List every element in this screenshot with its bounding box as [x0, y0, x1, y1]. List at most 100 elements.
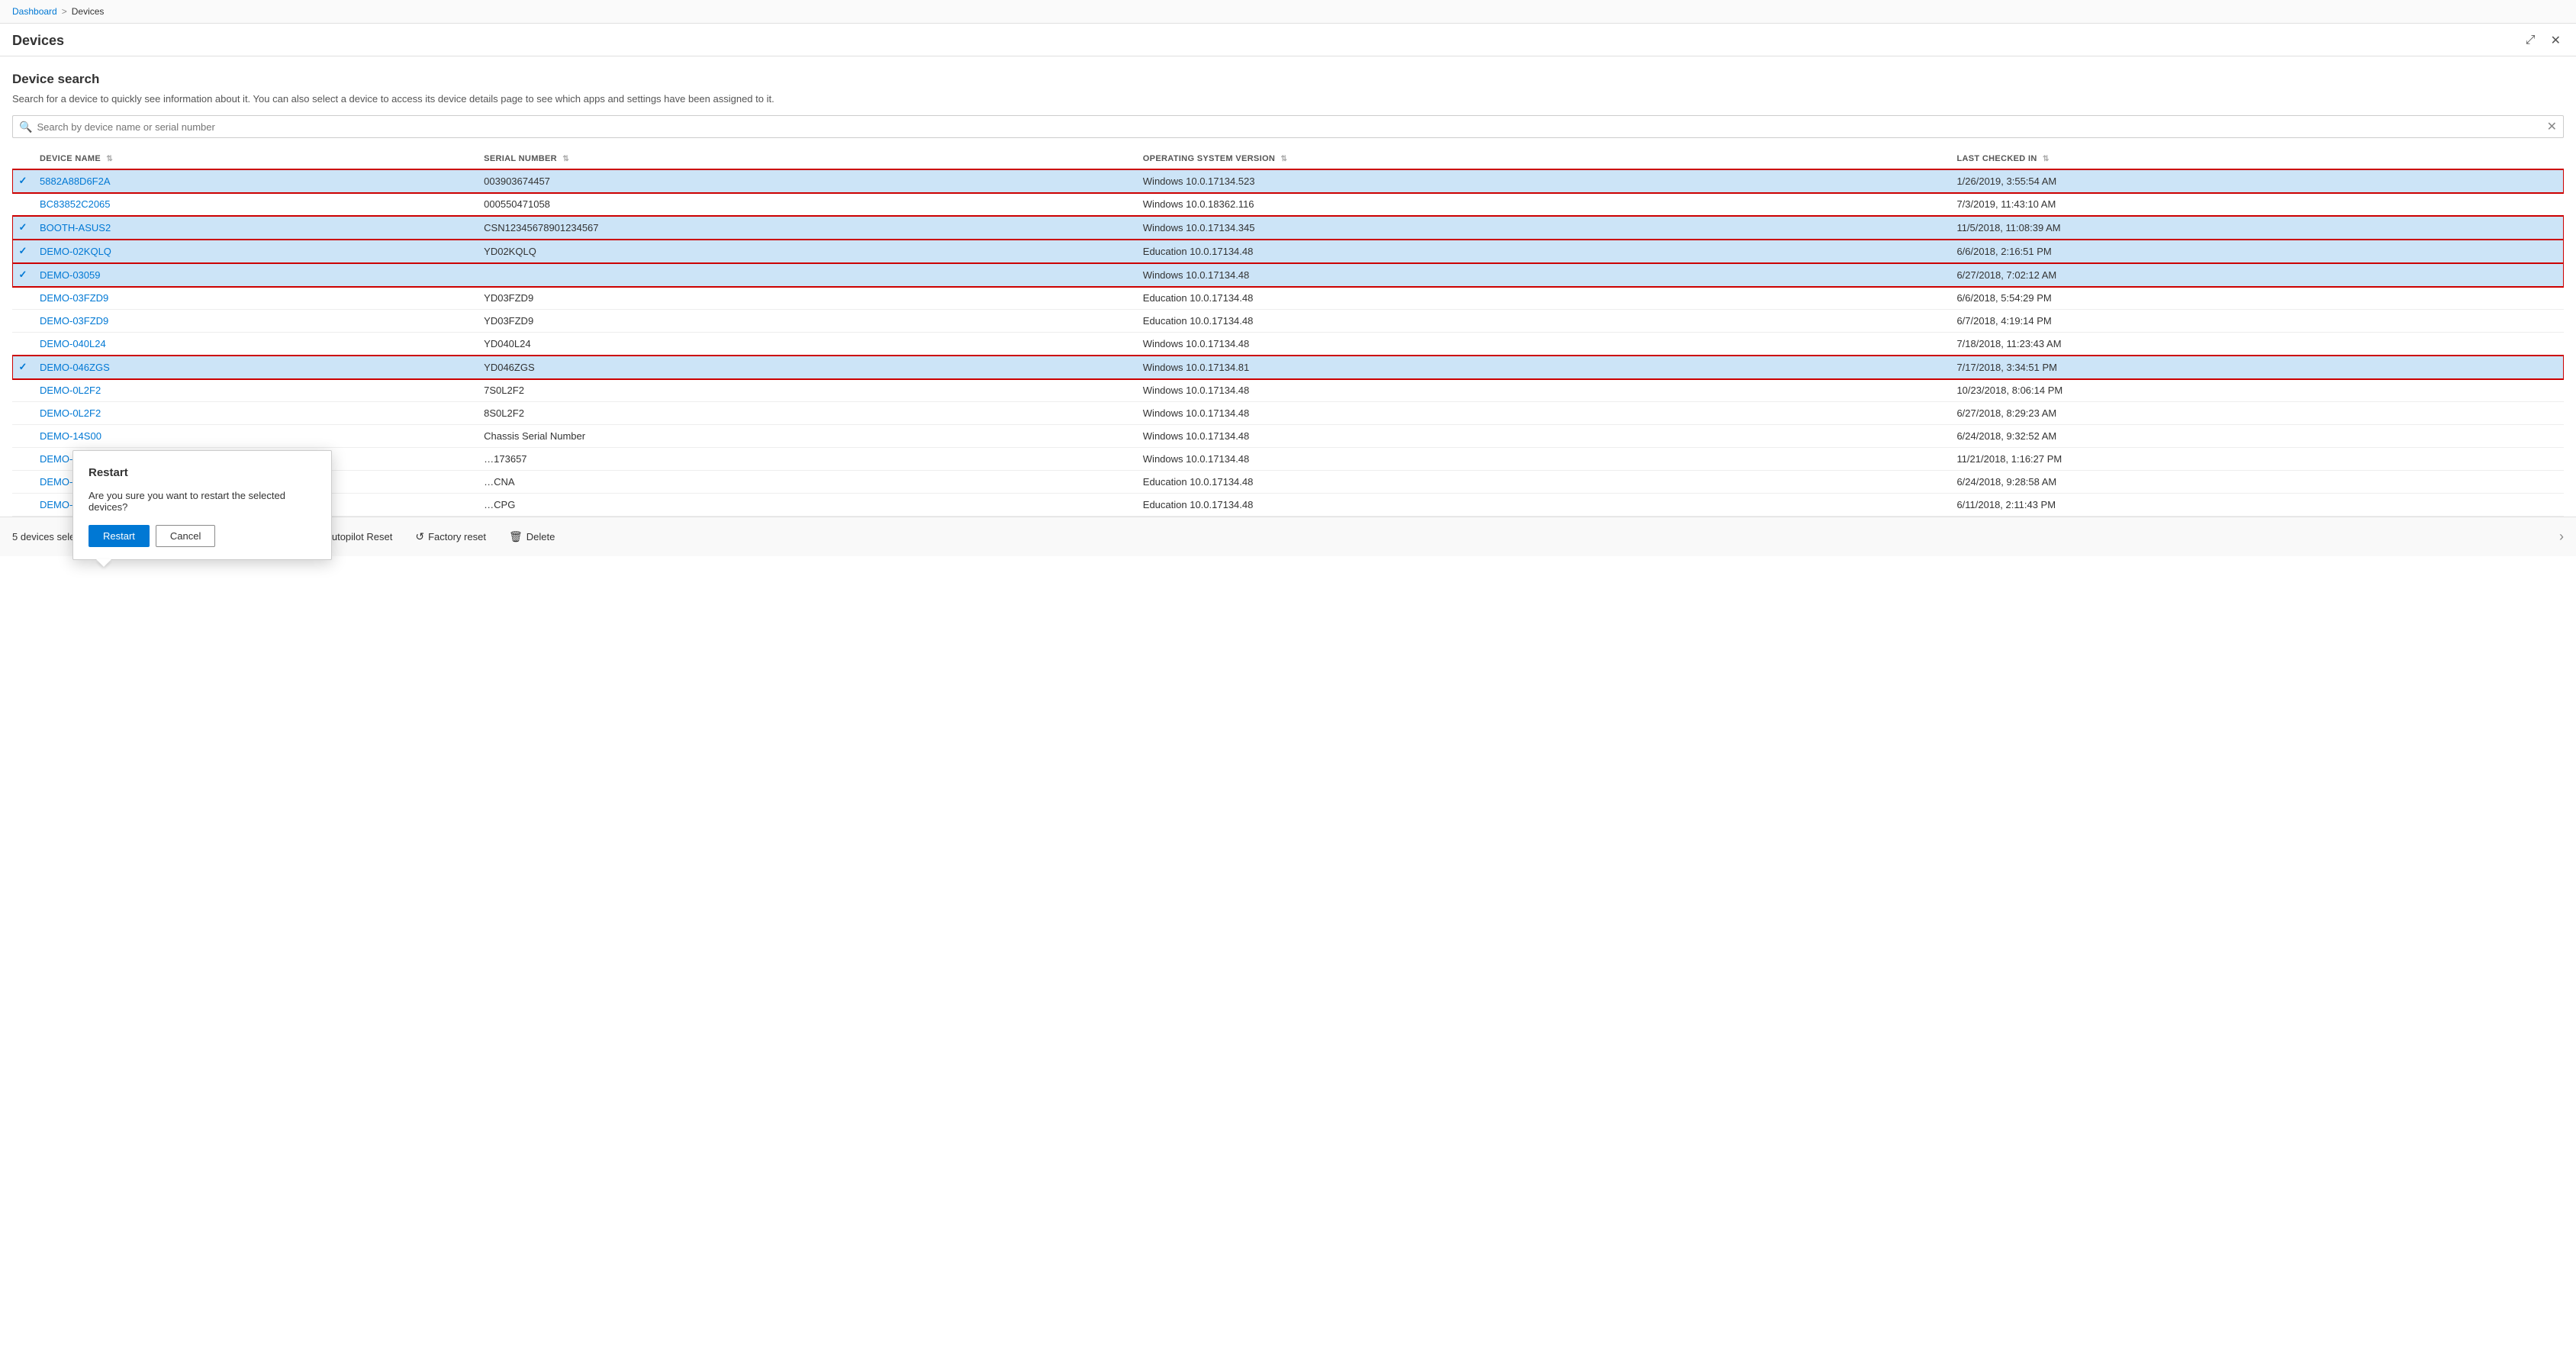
last-checked-in-cell: 11/5/2018, 11:08:39 AM — [1950, 216, 2564, 240]
page-header: Devices ⤢ ✕ — [0, 24, 2576, 56]
check-cell — [12, 310, 34, 333]
table-row[interactable]: ✓ BOOTH-ASUS2 CSN12345678901234567 Windo… — [12, 216, 2564, 240]
device-table: DEVICE NAME ⇅ SERIAL NUMBER ⇅ OPERATING … — [12, 149, 2564, 517]
check-cell: ✓ — [12, 240, 34, 263]
table-row[interactable]: ✓ DEMO-046ZGS YD046ZGS Windows 10.0.1713… — [12, 356, 2564, 379]
last-checked-in-cell: 6/7/2018, 4:19:14 PM — [1950, 310, 2564, 333]
factory-reset-icon: ↺ — [415, 530, 424, 543]
check-cell — [12, 471, 34, 494]
breadcrumb-dashboard[interactable]: Dashboard — [12, 6, 57, 17]
sort-icon-device-name: ⇅ — [106, 155, 113, 163]
device-name-cell[interactable]: BOOTH-ASUS2 — [34, 216, 478, 240]
sort-icon-checkin: ⇅ — [2043, 155, 2050, 163]
serial-number-cell: YD02KQLQ — [478, 240, 1137, 263]
clear-search-button[interactable]: ✕ — [2547, 119, 2557, 134]
table-row[interactable]: BC83852C2065 000550471058 Windows 10.0.1… — [12, 193, 2564, 216]
delete-icon: 🗑 — [509, 530, 523, 543]
serial-number-cell: …CPG — [478, 494, 1137, 517]
dialog-confirm-button[interactable]: Restart — [89, 525, 150, 547]
check-cell — [12, 193, 34, 216]
breadcrumb-separator: > — [62, 6, 67, 17]
device-name-cell[interactable]: DEMO-03059 — [34, 263, 478, 287]
table-row[interactable]: DEMO-1Q0… …CPG Education 10.0.17134.48 6… — [12, 494, 2564, 517]
last-checked-in-cell: 7/18/2018, 11:23:43 AM — [1950, 333, 2564, 356]
delete-button[interactable]: 🗑 Delete — [499, 525, 565, 549]
check-cell — [12, 494, 34, 517]
os-version-cell: Windows 10.0.17134.48 — [1137, 263, 1951, 287]
os-version-cell: Windows 10.0.17134.48 — [1137, 333, 1951, 356]
sort-icon-serial: ⇅ — [562, 155, 569, 163]
device-name-cell[interactable]: DEMO-040L24 — [34, 333, 478, 356]
table-row[interactable]: DEMO-03FZD9 YD03FZD9 Education 10.0.1713… — [12, 287, 2564, 310]
last-checked-in-cell: 10/23/2018, 8:06:14 PM — [1950, 379, 2564, 402]
last-checked-in-cell: 6/27/2018, 8:29:23 AM — [1950, 402, 2564, 425]
serial-number-cell: 003903674457 — [478, 169, 1137, 193]
main-content: Device search Search for a device to qui… — [0, 56, 2576, 517]
device-name-cell[interactable]: DEMO-03FZD9 — [34, 287, 478, 310]
os-version-cell: Education 10.0.17134.48 — [1137, 287, 1951, 310]
search-input[interactable] — [37, 121, 2546, 133]
check-cell — [12, 333, 34, 356]
os-version-cell: Windows 10.0.17134.48 — [1137, 448, 1951, 471]
table-row[interactable]: ✓ 5882A88D6F2A 003903674457 Windows 10.0… — [12, 169, 2564, 193]
dialog-body: Are you sure you want to restart the sel… — [89, 490, 316, 513]
table-header-row: DEVICE NAME ⇅ SERIAL NUMBER ⇅ OPERATING … — [12, 149, 2564, 169]
col-serial-number[interactable]: SERIAL NUMBER ⇅ — [478, 149, 1137, 169]
device-name-cell[interactable]: DEMO-02KQLQ — [34, 240, 478, 263]
table-row[interactable]: ✓ DEMO-03059 Windows 10.0.17134.48 6/27/… — [12, 263, 2564, 287]
table-row[interactable]: DEMO-03FZD9 YD03FZD9 Education 10.0.1713… — [12, 310, 2564, 333]
serial-number-cell: YD03FZD9 — [478, 310, 1137, 333]
check-cell — [12, 379, 34, 402]
factory-reset-label: Factory reset — [428, 531, 486, 542]
os-version-cell: Education 10.0.17134.48 — [1137, 471, 1951, 494]
col-os-version[interactable]: OPERATING SYSTEM VERSION ⇅ — [1137, 149, 1951, 169]
os-version-cell: Education 10.0.17134.48 — [1137, 240, 1951, 263]
serial-number-cell: 000550471058 — [478, 193, 1137, 216]
col-device-name[interactable]: DEVICE NAME ⇅ — [34, 149, 478, 169]
check-cell — [12, 425, 34, 448]
os-version-cell: Education 10.0.17134.48 — [1137, 310, 1951, 333]
last-checked-in-cell: 11/21/2018, 1:16:27 PM — [1950, 448, 2564, 471]
table-row[interactable]: DEMO-040L24 YD040L24 Windows 10.0.17134.… — [12, 333, 2564, 356]
table-row[interactable]: DEMO-173… …173657 Windows 10.0.17134.48 … — [12, 448, 2564, 471]
device-name-cell[interactable]: DEMO-0L2F2 — [34, 379, 478, 402]
pin-button[interactable]: ⤢ — [2523, 31, 2539, 50]
serial-number-cell: YD040L24 — [478, 333, 1137, 356]
last-checked-in-cell: 7/17/2018, 3:34:51 PM — [1950, 356, 2564, 379]
table-row[interactable]: ✓ DEMO-02KQLQ YD02KQLQ Education 10.0.17… — [12, 240, 2564, 263]
check-cell: ✓ — [12, 216, 34, 240]
device-name-cell[interactable]: 5882A88D6F2A — [34, 169, 478, 193]
table-row[interactable]: DEMO-0L2F2 8S0L2F2 Windows 10.0.17134.48… — [12, 402, 2564, 425]
device-name-cell[interactable]: DEMO-03FZD9 — [34, 310, 478, 333]
check-cell: ✓ — [12, 263, 34, 287]
os-version-cell: Education 10.0.17134.48 — [1137, 494, 1951, 517]
os-version-cell: Windows 10.0.17134.345 — [1137, 216, 1951, 240]
last-checked-in-cell: 6/24/2018, 9:32:52 AM — [1950, 425, 2564, 448]
device-name-cell[interactable]: DEMO-046ZGS — [34, 356, 478, 379]
dialog-title: Restart — [89, 466, 316, 479]
device-name-cell[interactable]: DEMO-14S00 — [34, 425, 478, 448]
device-name-cell[interactable]: BC83852C2065 — [34, 193, 478, 216]
last-checked-in-cell: 7/3/2019, 11:43:10 AM — [1950, 193, 2564, 216]
table-row[interactable]: DEMO-0L2F2 7S0L2F2 Windows 10.0.17134.48… — [12, 379, 2564, 402]
close-button[interactable]: ✕ — [2548, 31, 2564, 50]
last-checked-in-cell: 6/24/2018, 9:28:58 AM — [1950, 471, 2564, 494]
delete-label: Delete — [526, 531, 555, 542]
breadcrumb: Dashboard > Devices — [0, 0, 2576, 24]
serial-number-cell: Chassis Serial Number — [478, 425, 1137, 448]
last-checked-in-cell: 6/6/2018, 5:54:29 PM — [1950, 287, 2564, 310]
device-name-cell[interactable]: DEMO-0L2F2 — [34, 402, 478, 425]
table-row[interactable]: DEMO-14S00 Chassis Serial Number Windows… — [12, 425, 2564, 448]
last-checked-in-cell: 6/11/2018, 2:11:43 PM — [1950, 494, 2564, 517]
section-description: Search for a device to quickly see infor… — [12, 93, 2564, 105]
header-icons: ⤢ ✕ — [2523, 31, 2564, 50]
scroll-right-icon[interactable]: › — [2559, 529, 2564, 545]
dialog-cancel-button[interactable]: Cancel — [156, 525, 215, 547]
table-row[interactable]: DEMO-1Q0… …CNA Education 10.0.17134.48 6… — [12, 471, 2564, 494]
col-last-checked-in[interactable]: LAST CHECKED IN ⇅ — [1950, 149, 2564, 169]
serial-number-cell: 7S0L2F2 — [478, 379, 1137, 402]
page-title: Devices — [12, 33, 64, 49]
check-cell: ✓ — [12, 169, 34, 193]
breadcrumb-devices: Devices — [72, 6, 105, 17]
factory-reset-button[interactable]: ↺ Factory reset — [405, 525, 496, 549]
